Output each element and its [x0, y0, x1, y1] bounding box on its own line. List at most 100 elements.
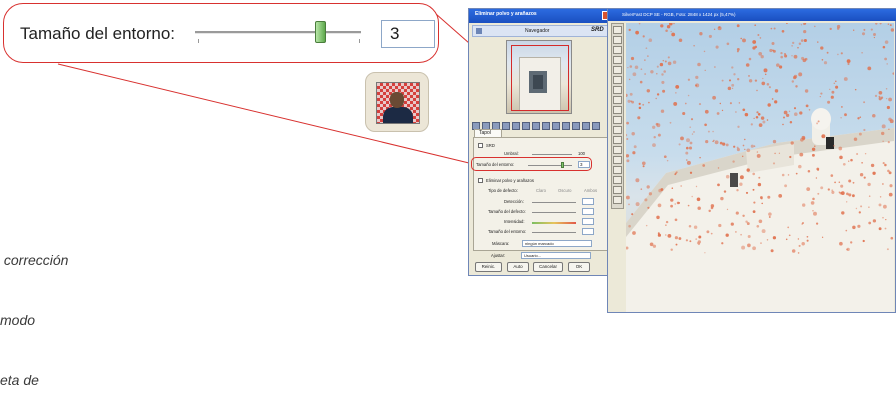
dust-speck: [863, 176, 866, 179]
defect-option[interactable]: Ambos: [584, 188, 597, 193]
histogram-tool-icon[interactable]: [613, 146, 622, 154]
tool-icon[interactable]: [572, 122, 580, 130]
dust-speck: [747, 234, 751, 239]
dust-speck: [791, 45, 793, 47]
environment-size-slider-track[interactable]: [195, 31, 361, 34]
dust-speck: [790, 141, 794, 145]
ruler-tool-icon[interactable]: [613, 116, 622, 124]
tool-icon[interactable]: [502, 122, 510, 130]
zoom-tool-icon[interactable]: [613, 36, 622, 44]
dust-speck: [708, 209, 711, 213]
tool-icon[interactable]: [592, 122, 600, 130]
curve-tool-icon[interactable]: [613, 136, 622, 144]
dust-speck: [802, 58, 807, 63]
dust-speck: [800, 39, 804, 42]
ok-button[interactable]: OK: [568, 262, 590, 272]
dust-speck: [649, 242, 654, 247]
dust-speck: [652, 125, 656, 129]
navigator-preview[interactable]: [506, 40, 572, 114]
dust-speck: [698, 103, 702, 106]
dust-speck: [880, 131, 885, 136]
cutoff-slider[interactable]: [532, 154, 572, 155]
dust-speck: [854, 88, 857, 91]
dust-speck: [781, 29, 785, 33]
defect-option[interactable]: Claro: [536, 188, 546, 193]
dust-speck: [888, 128, 890, 130]
mask-tool-icon[interactable]: [613, 196, 622, 204]
dust-speck: [821, 59, 824, 61]
info-tool-icon[interactable]: [613, 176, 622, 184]
defect-option[interactable]: Oscuro: [558, 188, 572, 193]
dust-speck: [868, 195, 871, 197]
dust-speck: [695, 83, 700, 88]
tool-icon[interactable]: [552, 122, 560, 130]
srd-logo: SRD: [591, 27, 604, 33]
dust-speck: [805, 104, 809, 108]
detection-slider[interactable]: [532, 202, 576, 203]
dust-speck: [882, 183, 884, 185]
cancel-button[interactable]: Cancelar: [533, 262, 563, 272]
pointer-tool-icon[interactable]: [613, 26, 622, 34]
dust-speck: [868, 206, 870, 208]
dust-checkbox[interactable]: [478, 178, 483, 183]
auto-button[interactable]: Auto: [507, 262, 529, 272]
dust-speck: [848, 179, 852, 183]
reset-button[interactable]: Reinic.: [475, 262, 502, 272]
dust-speck: [657, 133, 661, 137]
dust-speck: [793, 107, 797, 110]
photo-canvas[interactable]: [626, 23, 894, 312]
tool-icon[interactable]: [532, 122, 540, 130]
mask-select[interactable]: ningún marcado: [522, 240, 592, 247]
env-size-slider[interactable]: [532, 232, 576, 233]
rotate-tool-icon[interactable]: [613, 86, 622, 94]
defect-size-field[interactable]: [582, 208, 594, 215]
dust-speck: [774, 152, 776, 155]
intensity-slider[interactable]: [532, 222, 576, 224]
detection-field[interactable]: [582, 198, 594, 205]
dust-speck: [642, 35, 645, 38]
crop-tool-icon[interactable]: [613, 96, 622, 104]
dust-speck: [678, 143, 681, 146]
env-size-field[interactable]: [582, 228, 594, 235]
srd-checkbox[interactable]: [478, 143, 483, 148]
pipette-tool-icon[interactable]: [613, 66, 622, 74]
help-tool-icon[interactable]: [613, 186, 622, 194]
environment-size-field[interactable]: 3: [381, 20, 435, 48]
dust-speck: [725, 233, 729, 237]
dust-speck: [811, 153, 815, 157]
dust-speck: [653, 136, 656, 139]
mirror-tool-icon[interactable]: [613, 76, 622, 84]
dust-speck: [691, 195, 693, 198]
frame-tool-icon[interactable]: [613, 56, 622, 64]
dust-speck: [632, 231, 636, 235]
adjust-select[interactable]: Usuario...: [521, 252, 591, 259]
tool-icon[interactable]: [512, 122, 520, 130]
preview-tool-icon[interactable]: [613, 166, 622, 174]
dust-speck: [852, 194, 855, 198]
dust-speck: [826, 51, 829, 54]
settings-tool-icon[interactable]: [613, 156, 622, 164]
dust-speck: [814, 25, 816, 28]
dust-speck: [704, 69, 706, 71]
tool-icon[interactable]: [522, 122, 530, 130]
tool-icon[interactable]: [562, 122, 570, 130]
dust-speck: [675, 243, 678, 246]
dust-speck: [659, 62, 664, 67]
grid-tool-icon[interactable]: [613, 106, 622, 114]
color-tool-icon[interactable]: [613, 126, 622, 134]
dust-speck: [863, 28, 866, 31]
intensity-field[interactable]: [582, 218, 594, 225]
caption-text: corrección modo eta de: [0, 210, 68, 410]
dust-speck: [779, 65, 783, 69]
hand-tool-icon[interactable]: [613, 46, 622, 54]
dust-speck: [769, 48, 773, 53]
tool-icon[interactable]: [542, 122, 550, 130]
environment-size-slider-thumb[interactable]: [314, 21, 326, 43]
photo-window-title: SilverFast DCP SE - RGB, Foto: 2848 x 14…: [608, 9, 896, 21]
dust-speck: [885, 87, 888, 90]
dust-speck: [780, 55, 783, 59]
navigator-icon[interactable]: [476, 28, 482, 34]
defect-size-slider[interactable]: [532, 212, 576, 213]
preview-selection-frame[interactable]: [511, 45, 569, 111]
tool-icon[interactable]: [582, 122, 590, 130]
